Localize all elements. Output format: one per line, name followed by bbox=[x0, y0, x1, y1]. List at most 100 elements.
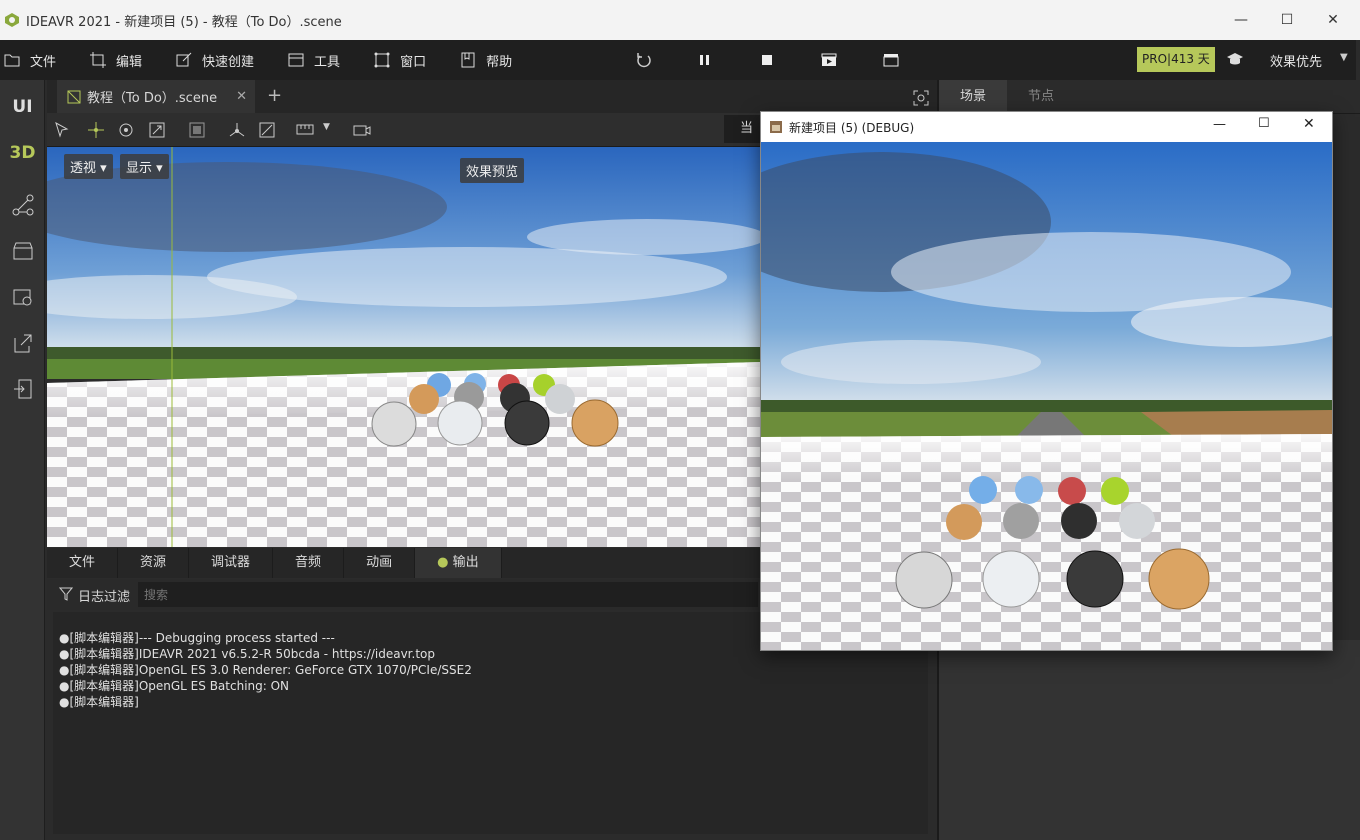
tab-animation[interactable]: 动画 bbox=[344, 548, 416, 578]
node-graph-icon bbox=[12, 194, 33, 216]
tab-files[interactable]: 文件 bbox=[47, 548, 119, 578]
pro-badge[interactable]: PRO|413 天 bbox=[1137, 47, 1215, 72]
debug-maximize-button[interactable]: ☐ bbox=[1258, 116, 1270, 131]
tab-close-icon[interactable]: ✕ bbox=[236, 89, 247, 104]
tab-scene-tree[interactable]: 场景 bbox=[939, 80, 1007, 113]
menu-tools[interactable]: 工具 bbox=[288, 51, 340, 70]
frame-tool[interactable] bbox=[185, 118, 209, 142]
app-logo-icon bbox=[5, 13, 19, 27]
tab-debugger[interactable]: 调试器 bbox=[189, 548, 274, 578]
menu-window-label: 窗口 bbox=[400, 54, 427, 70]
window-icon bbox=[374, 52, 390, 68]
export-icon bbox=[14, 334, 31, 353]
store-button[interactable] bbox=[0, 231, 45, 271]
menu-quick-create-label: 快速创建 bbox=[202, 54, 255, 70]
import-icon bbox=[13, 379, 31, 399]
maximize-button[interactable]: ☐ bbox=[1264, 0, 1310, 40]
camera-tool[interactable] bbox=[350, 118, 374, 142]
book-icon bbox=[461, 52, 475, 68]
run-custom-button[interactable] bbox=[871, 40, 911, 80]
pause-icon bbox=[700, 55, 709, 65]
display-label: 显示 bbox=[126, 161, 153, 176]
3d-mode-button[interactable]: 3D bbox=[0, 133, 45, 173]
run-scene-button[interactable] bbox=[809, 40, 849, 80]
pivot-tool[interactable] bbox=[225, 118, 249, 142]
scale-tool[interactable] bbox=[145, 118, 169, 142]
log-line: ●[脚本编辑器]OpenGL ES Batching: ON bbox=[59, 679, 290, 693]
settings-button[interactable] bbox=[0, 277, 45, 317]
focus-icon[interactable] bbox=[913, 90, 929, 106]
snap-tool[interactable] bbox=[255, 118, 279, 142]
viewport-render bbox=[47, 147, 760, 547]
debug-minimize-button[interactable]: — bbox=[1213, 117, 1226, 132]
quality-select[interactable]: 效果优先 bbox=[1270, 51, 1322, 70]
window-title: IDEAVR 2021 - 新建项目 (5) - 教程（To Do）.scene bbox=[26, 14, 342, 30]
stop-icon bbox=[762, 55, 772, 65]
rotate-icon bbox=[119, 123, 133, 137]
left-sidebar: UI 3D bbox=[0, 80, 45, 840]
close-button[interactable]: ✕ bbox=[1310, 0, 1356, 40]
clapper-icon bbox=[821, 53, 837, 66]
tab-scene-label: 教程（To Do）.scene bbox=[87, 91, 218, 106]
ui-mode-button[interactable]: UI bbox=[0, 87, 45, 127]
chevron-down-icon[interactable]: ▼ bbox=[1340, 52, 1348, 63]
tab-nodes[interactable]: 节点 bbox=[1007, 80, 1075, 113]
camera-icon bbox=[353, 125, 371, 136]
axis-icon bbox=[229, 123, 245, 137]
store-icon bbox=[13, 242, 32, 260]
tab-audio[interactable]: 音频 bbox=[273, 548, 345, 578]
current-label[interactable]: 当前 bbox=[724, 115, 764, 164]
display-dropdown[interactable]: 显示 ▾ bbox=[120, 154, 169, 179]
move-tool[interactable] bbox=[84, 118, 108, 142]
debug-title: 新建项目 (5) (DEBUG) bbox=[789, 120, 915, 135]
toolbox-icon bbox=[288, 53, 304, 67]
menu-edit-label: 编辑 bbox=[116, 54, 143, 70]
debug-window[interactable]: 新建项目 (5) (DEBUG) — ☐ ✕ bbox=[711, 111, 1351, 651]
menu-file[interactable]: 文件 bbox=[4, 51, 56, 70]
stop-button[interactable] bbox=[747, 40, 787, 80]
rotate-tool[interactable] bbox=[114, 118, 138, 142]
search-input[interactable] bbox=[138, 582, 758, 607]
active-dot-icon: ● bbox=[437, 555, 453, 570]
log-line: ●[脚本编辑器]--- Debugging process started --… bbox=[59, 631, 335, 645]
node-graph-button[interactable] bbox=[0, 185, 45, 225]
new-tab-button[interactable]: + bbox=[267, 85, 282, 106]
log-line: ●[脚本编辑器] bbox=[59, 695, 139, 709]
editor-tab-bar: 教程（To Do）.scene ✕ + bbox=[47, 80, 937, 113]
view-mode-label: 透视 bbox=[70, 161, 97, 176]
tab-output[interactable]: ● 输出 bbox=[415, 548, 502, 578]
scene-icon bbox=[67, 90, 81, 103]
tab-resources[interactable]: 资源 bbox=[118, 548, 190, 578]
log-line: ●[脚本编辑器]OpenGL ES 3.0 Renderer: GeForce … bbox=[59, 663, 472, 677]
clapper-icon bbox=[883, 54, 899, 67]
undo-button[interactable] bbox=[624, 40, 664, 80]
filter-icon bbox=[59, 587, 73, 601]
view-mode-dropdown[interactable]: 透视 ▾ bbox=[64, 154, 113, 179]
debug-render bbox=[711, 142, 1351, 650]
move-icon bbox=[88, 122, 104, 138]
menu-window[interactable]: 窗口 bbox=[374, 51, 426, 70]
refresh-icon bbox=[637, 53, 651, 68]
scene-viewport[interactable]: 透视 ▾ 显示 ▾ 效果预览 bbox=[47, 147, 760, 547]
ruler-icon bbox=[296, 124, 314, 135]
export-button[interactable] bbox=[0, 323, 45, 363]
menu-quick-create[interactable]: 快速创建 bbox=[176, 51, 254, 70]
menu-help[interactable]: 帮助 bbox=[460, 51, 512, 70]
frame-icon bbox=[189, 122, 205, 138]
menu-edit[interactable]: 编辑 bbox=[90, 51, 142, 70]
log-line: ●[脚本编辑器]IDEAVR 2021 v6.5.2-R 50bcda - ht… bbox=[59, 647, 435, 661]
app-icon bbox=[770, 121, 782, 133]
minimize-button[interactable]: — bbox=[1218, 0, 1264, 40]
debug-close-button[interactable]: ✕ bbox=[1303, 116, 1315, 132]
ruler-tool[interactable] bbox=[293, 118, 317, 142]
chevron-down-icon[interactable]: ▼ bbox=[323, 122, 330, 132]
graduation-cap-icon[interactable] bbox=[1227, 52, 1243, 66]
select-tool[interactable] bbox=[50, 118, 74, 142]
menu-file-label: 文件 bbox=[30, 54, 57, 70]
tab-scene[interactable]: 教程（To Do）.scene ✕ bbox=[57, 80, 255, 113]
pause-button[interactable] bbox=[685, 40, 725, 80]
preview-button[interactable]: 效果预览 bbox=[460, 158, 525, 183]
folder-icon bbox=[4, 54, 20, 67]
import-button[interactable] bbox=[0, 369, 45, 409]
menu-tools-label: 工具 bbox=[314, 54, 341, 70]
